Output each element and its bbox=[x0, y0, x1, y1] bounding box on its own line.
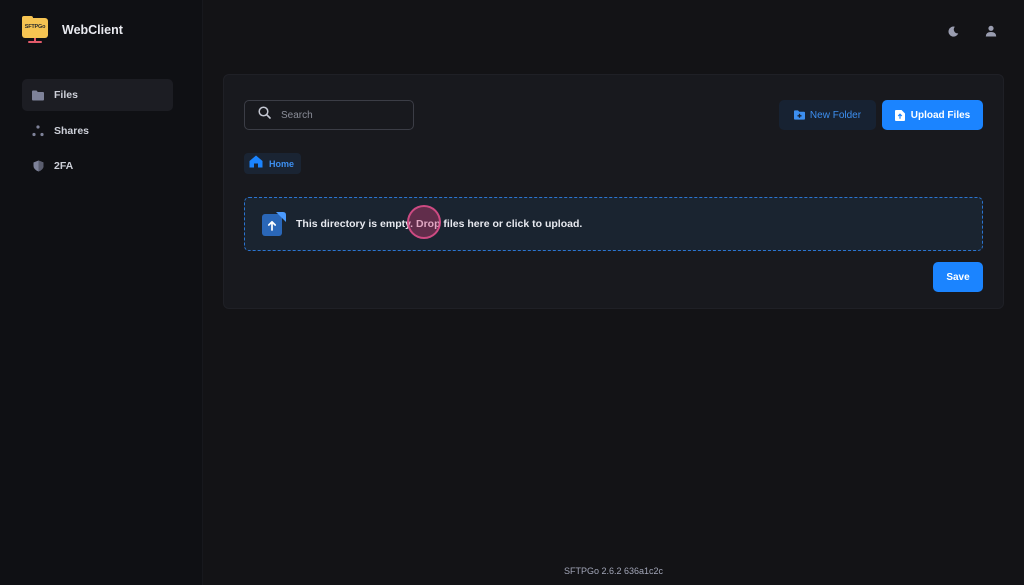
sidebar-item-shares[interactable]: Shares bbox=[22, 115, 173, 147]
sidebar-item-files[interactable]: Files bbox=[22, 79, 173, 111]
share-nodes-icon bbox=[32, 124, 44, 137]
logo-text: SFTPGo bbox=[24, 24, 46, 30]
home-icon bbox=[249, 155, 263, 173]
file-manager-card: New Folder Upload Files Home bbox=[223, 74, 1004, 309]
sidebar-item-label: 2FA bbox=[54, 160, 74, 172]
sidebar-item-2fa[interactable]: 2FA bbox=[22, 150, 173, 182]
breadcrumb-home[interactable]: Home bbox=[244, 153, 302, 174]
topbar-actions bbox=[946, 24, 998, 38]
app-name: WebClient bbox=[62, 23, 123, 37]
sftpgo-logo-icon: SFTPGo bbox=[22, 16, 48, 44]
search-input[interactable] bbox=[279, 108, 399, 122]
upload-dropzone[interactable]: This directory is empty. Drop files here… bbox=[244, 197, 983, 251]
sidebar-item-label: Shares bbox=[54, 124, 90, 137]
user-icon[interactable] bbox=[984, 24, 998, 38]
search-icon bbox=[258, 106, 271, 124]
breadcrumb-label: Home bbox=[269, 158, 295, 169]
upload-files-label: Upload Files bbox=[910, 109, 971, 121]
upload-files-button[interactable]: Upload Files bbox=[882, 100, 983, 130]
sidebar-nav: Files Shares 2FA bbox=[22, 79, 173, 186]
version-footer: SFTPGo 2.6.2 636a1c2c bbox=[563, 566, 664, 576]
brand[interactable]: SFTPGo WebClient bbox=[22, 16, 123, 44]
search-box[interactable] bbox=[244, 100, 414, 130]
save-button[interactable]: Save bbox=[933, 262, 983, 292]
theme-moon-icon[interactable] bbox=[946, 24, 960, 38]
folder-icon bbox=[32, 89, 44, 101]
folder-plus-icon bbox=[793, 110, 805, 121]
dropzone-message: This directory is empty. Drop files here… bbox=[296, 218, 583, 230]
shield-icon bbox=[32, 160, 44, 172]
app-root: SFTPGo WebClient Files Shares 2FA Search… bbox=[0, 0, 1024, 585]
sidebar-item-label: Files bbox=[54, 89, 78, 101]
sidebar: SFTPGo WebClient Files Shares 2FA bbox=[0, 0, 203, 585]
file-upload-icon bbox=[895, 109, 906, 121]
new-folder-button[interactable]: New Folder bbox=[779, 100, 876, 130]
new-folder-label: New Folder bbox=[809, 109, 862, 121]
file-upload-icon bbox=[262, 212, 286, 236]
